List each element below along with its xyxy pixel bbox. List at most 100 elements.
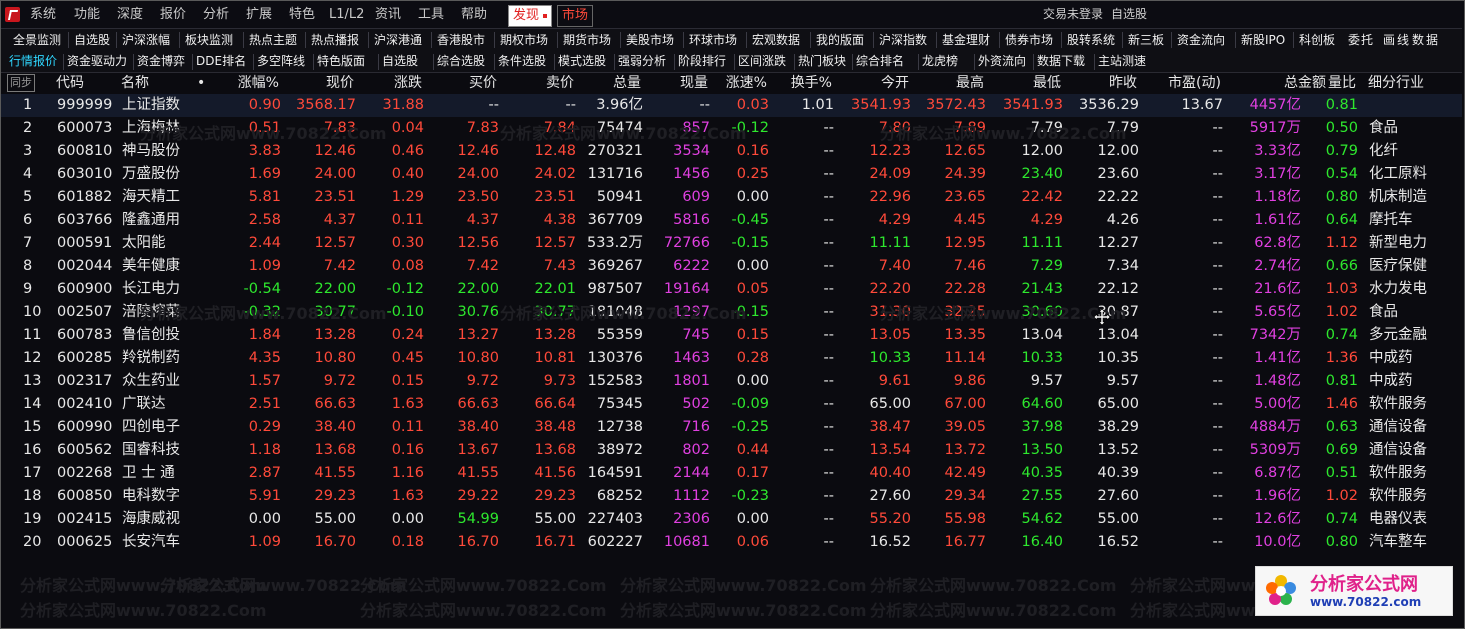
- nav-item[interactable]: 板块监测: [185, 29, 233, 51]
- nav-item[interactable]: 香港股市: [437, 29, 485, 51]
- nav-item[interactable]: 股转系统: [1067, 29, 1115, 51]
- tab-item[interactable]: 外资流向: [978, 51, 1026, 72]
- nav-item[interactable]: 期货市场: [563, 29, 611, 51]
- tab-item[interactable]: 资金博弈: [137, 51, 185, 72]
- watchlist-link[interactable]: 自选股: [1111, 1, 1147, 28]
- menu-special[interactable]: 特色: [289, 1, 315, 28]
- table-row[interactable]: 13 002317 众生药业 1.57 9.72 0.15 9.72 9.73 152583 18…: [1, 370, 1462, 393]
- tab-item[interactable]: DDE排名: [196, 51, 246, 72]
- nav-item[interactable]: 数: [1412, 29, 1424, 51]
- table-row[interactable]: 5 601882 海天精工 5.81 23.51 1.29 23.50 23.51 50941 6…: [1, 186, 1462, 209]
- menu-quote[interactable]: 报价: [160, 1, 186, 28]
- market-tab[interactable]: 市场: [557, 5, 594, 27]
- column-header[interactable]: 最低: [991, 73, 1061, 93]
- column-header[interactable]: 昨收: [1067, 73, 1137, 93]
- nav-item[interactable]: 画: [1383, 29, 1395, 51]
- table-row[interactable]: 4 603010 万盛股份 1.69 24.00 0.40 24.00 24.02 131716…: [1, 163, 1462, 186]
- column-header[interactable]: 量比: [1286, 73, 1356, 93]
- table-row[interactable]: 8 002044 美年健康 1.09 7.42 0.08 7.42 7.43 369267 622…: [1, 255, 1462, 278]
- nav-item[interactable]: 热点主题: [249, 29, 297, 51]
- table-row[interactable]: 15 600990 四创电子 0.29 38.40 0.11 38.40 38.48 12738…: [1, 416, 1462, 439]
- menu-system[interactable]: 系统: [30, 1, 56, 28]
- tab-item[interactable]: 综合选股: [437, 51, 485, 72]
- menu-function[interactable]: 功能: [74, 1, 100, 28]
- column-header[interactable]: 涨跌: [352, 73, 422, 93]
- tab-item[interactable]: 热门板块: [798, 51, 846, 72]
- menu-news[interactable]: 资讯: [375, 1, 401, 28]
- tab-item[interactable]: 强弱分析: [618, 51, 666, 72]
- menu-extend[interactable]: 扩展: [246, 1, 272, 28]
- table-row[interactable]: 14 002410 广联达 2.51 66.63 1.63 66.63 66.64 75345 5…: [1, 393, 1462, 416]
- sync-button[interactable]: 同步: [7, 74, 35, 92]
- nav-item[interactable]: 托: [1361, 29, 1373, 51]
- column-header[interactable]: 名称: [121, 73, 149, 93]
- tab-item[interactable]: 综合排名: [856, 51, 904, 72]
- nav-item[interactable]: 资金流向: [1177, 29, 1225, 51]
- nav-item[interactable]: 沪深港通: [374, 29, 422, 51]
- column-header[interactable]: 现价: [284, 73, 354, 93]
- column-header[interactable]: 总量: [571, 73, 641, 93]
- nav-item[interactable]: 宏观数据: [752, 29, 800, 51]
- menu-tools[interactable]: 工具: [418, 1, 444, 28]
- table-row[interactable]: 9 600900 长江电力 -0.54 22.00 -0.12 22.00 22.01 9875…: [1, 278, 1462, 301]
- column-header[interactable]: 代码: [56, 73, 84, 93]
- tab-item[interactable]: 数据下载: [1037, 51, 1085, 72]
- tab-item[interactable]: 模式选股: [558, 51, 606, 72]
- tab-item[interactable]: 主站测速: [1098, 51, 1146, 72]
- nav-item[interactable]: 据: [1426, 29, 1438, 51]
- menu-depth[interactable]: 深度: [117, 1, 143, 28]
- table-row[interactable]: 18 600850 电科数字 5.91 29.23 1.63 29.22 29.23 68252…: [1, 485, 1462, 508]
- column-header[interactable]: 涨速%: [697, 73, 767, 93]
- column-header[interactable]: 市盈(动): [1151, 73, 1221, 93]
- table-row[interactable]: 16 600562 国睿科技 1.18 13.68 0.16 13.67 13.68 38972…: [1, 439, 1462, 462]
- table-row[interactable]: 19 002415 海康威视 0.00 55.00 0.00 54.99 55.00 22740…: [1, 508, 1462, 531]
- column-header[interactable]: 买价: [427, 73, 497, 93]
- tab-item[interactable]: 阶段排行: [678, 51, 726, 72]
- table-row[interactable]: 20 000625 长安汽车 1.09 16.70 0.18 16.70 16.71 60222…: [1, 531, 1462, 554]
- nav-item[interactable]: 委: [1348, 29, 1360, 51]
- nav-item[interactable]: 环球市场: [689, 29, 737, 51]
- menu-analysis[interactable]: 分析: [203, 1, 229, 28]
- column-header[interactable]: •: [197, 73, 205, 93]
- column-header[interactable]: 细分行业: [1368, 73, 1424, 93]
- tab-item[interactable]: 自选股: [382, 51, 418, 72]
- nav-item[interactable]: 热点播报: [311, 29, 359, 51]
- nav-item[interactable]: 基金理财: [942, 29, 990, 51]
- table-row[interactable]: 12 600285 羚锐制药 4.35 10.80 0.45 10.80 10.81 13037…: [1, 347, 1462, 370]
- tab-item[interactable]: 行情报价: [9, 51, 57, 72]
- menu-help[interactable]: 帮助: [461, 1, 487, 28]
- tab-item[interactable]: 区间涨跌: [738, 51, 786, 72]
- menu-l1l2[interactable]: L1/L2: [329, 1, 364, 28]
- nav-item[interactable]: 债券市场: [1005, 29, 1053, 51]
- nav-item[interactable]: 新三板: [1128, 29, 1164, 51]
- tab-separator: [918, 54, 919, 70]
- cell-vol: 152583: [587, 373, 643, 389]
- nav-item[interactable]: 线: [1397, 29, 1409, 51]
- nav-item[interactable]: 全景监测: [13, 29, 61, 51]
- table-row[interactable]: 6 603766 隆鑫通用 2.58 4.37 0.11 4.37 4.38 367709 581…: [1, 209, 1462, 232]
- discover-tab[interactable]: 发现: [508, 5, 553, 27]
- nav-item[interactable]: 沪深指数: [879, 29, 927, 51]
- trade-login-status[interactable]: 交易未登录: [1043, 1, 1103, 28]
- table-row[interactable]: 1 999999 上证指数 0.90 3568.17 31.88 -- -- 3.96亿 -- 0.…: [1, 94, 1462, 117]
- column-header[interactable]: 卖价: [504, 73, 574, 93]
- nav-item[interactable]: 新股IPO: [1241, 29, 1285, 51]
- tab-item[interactable]: 资金驱动力: [67, 51, 127, 72]
- nav-item[interactable]: 期权市场: [500, 29, 548, 51]
- nav-item[interactable]: 沪深涨幅: [122, 29, 170, 51]
- nav-item[interactable]: 我的版面: [816, 29, 864, 51]
- tab-item[interactable]: 特色版面: [317, 51, 365, 72]
- column-header[interactable]: 换手%: [762, 73, 832, 93]
- tab-item[interactable]: 条件选股: [498, 51, 546, 72]
- table-row[interactable]: 17 002268 卫 士 通 2.87 41.55 1.16 41.55 41.56 1645…: [1, 462, 1462, 485]
- nav-item[interactable]: 科创板: [1299, 29, 1335, 51]
- column-header[interactable]: 今开: [839, 73, 909, 93]
- table-row[interactable]: 7 000591 太阳能 2.44 12.57 0.30 12.56 12.57 533.2万 7…: [1, 232, 1462, 255]
- table-row[interactable]: 11 600783 鲁信创投 1.84 13.28 0.24 13.27 13.28 55359…: [1, 324, 1462, 347]
- nav-item[interactable]: 自选股: [74, 29, 110, 51]
- nav-item[interactable]: 美股市场: [626, 29, 674, 51]
- column-header[interactable]: 最高: [914, 73, 984, 93]
- tab-item[interactable]: 龙虎榜: [922, 51, 958, 72]
- column-header[interactable]: 涨幅%: [209, 73, 279, 93]
- tab-item[interactable]: 多空阵线: [257, 51, 305, 72]
